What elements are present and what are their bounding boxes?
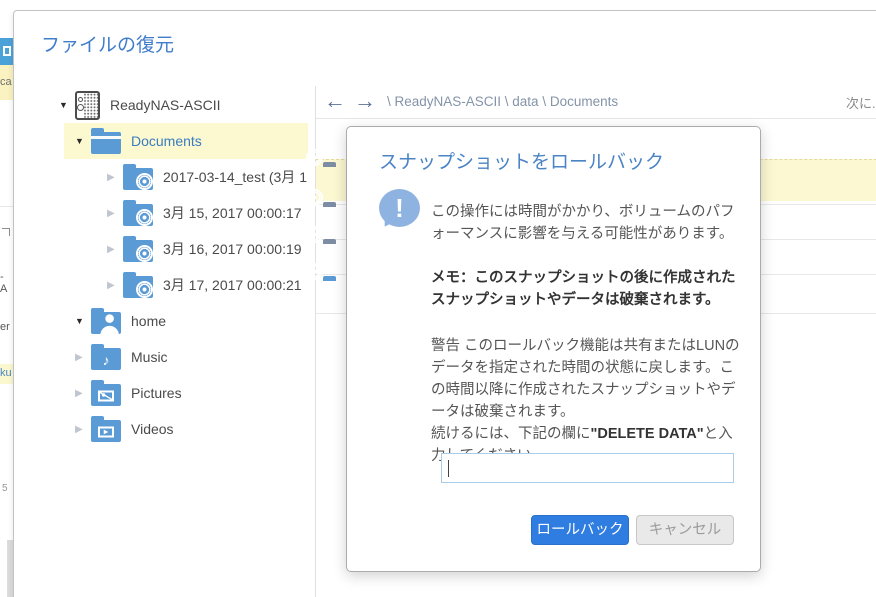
- camera-icon: [306, 263, 323, 280]
- picture-glyph: [98, 390, 114, 402]
- dialog-warning-text: 警告 このロールバック機能は共有またはLUNのデータを指定された時間の状態に戻し…: [431, 338, 740, 420]
- camera-icon: [136, 172, 153, 190]
- delete-data-input[interactable]: [442, 454, 733, 482]
- play-glyph: ▶: [98, 426, 114, 438]
- documents-folder-icon: [91, 127, 121, 154]
- camera-icon: [136, 244, 153, 262]
- forward-arrow-icon[interactable]: →: [354, 86, 376, 116]
- tree-item-music[interactable]: ▶ ♪ Music: [42, 339, 308, 375]
- instruction-prefix: 続けるには、下記の欄に: [431, 426, 591, 442]
- camera-icon: [136, 280, 153, 298]
- exclamation-glyph: !: [395, 192, 404, 223]
- nas-device-icon: [75, 90, 100, 120]
- caret-down-icon[interactable]: ▼: [75, 316, 91, 326]
- snapshot-folder-icon: [123, 163, 153, 190]
- caret-right-icon[interactable]: ▶: [107, 280, 123, 291]
- pictures-folder-icon: [91, 379, 121, 406]
- tree-item-documents[interactable]: ▼ Documents: [64, 123, 308, 159]
- background-fragment-icon: [3, 46, 11, 56]
- home-folder-icon: [91, 307, 121, 334]
- camera-icon: [306, 226, 323, 243]
- background-fragment-text: ca: [0, 76, 12, 88]
- caret-down-icon[interactable]: ▼: [75, 136, 91, 146]
- caret-right-icon[interactable]: ▶: [75, 388, 91, 399]
- snapshot-folder-icon: [123, 199, 153, 226]
- background-fragment-shape: [2, 228, 10, 236]
- background-fragment-highlight: ku: [0, 364, 13, 384]
- instruction-code: "DELETE DATA": [590, 426, 704, 442]
- dialog-note-text: メモ：このスナップショットの後に作成されたスナップショットやデータは破棄されます…: [431, 270, 736, 308]
- tree-item-snapshot-2[interactable]: ▶ 3月 15, 2017 00:00:17: [42, 195, 308, 231]
- caret-right-icon[interactable]: ▶: [107, 172, 123, 183]
- page-title: ファイルの復元: [41, 35, 175, 56]
- dialog-title: スナップショットをロールバック: [379, 152, 665, 173]
- videos-folder-icon: ▶: [91, 415, 121, 442]
- caret-right-icon[interactable]: ▶: [75, 352, 91, 363]
- page: ca - A er ku 5 ファイルの復元 ▼ ReadyNAS-ASCII …: [0, 0, 876, 597]
- dialog-body: この操作には時間がかかり、ボリュームのパフォーマンスに影響を与える可能性がありま…: [431, 189, 743, 467]
- background-fragment-highlight: ca: [0, 65, 13, 100]
- caret-right-icon[interactable]: ▶: [107, 208, 123, 219]
- share-tree: ▼ ReadyNAS-ASCII ▼ Documents ▶ 2017-03-1…: [42, 87, 308, 447]
- back-arrow-icon[interactable]: ←: [324, 86, 346, 116]
- next-button[interactable]: 次に...: [846, 93, 876, 112]
- camera-icon: [136, 208, 153, 226]
- camera-icon: [306, 189, 323, 206]
- play-triangle: ▶: [103, 429, 109, 436]
- background-divider: [0, 206, 13, 207]
- tree-item-readynas[interactable]: ▼ ReadyNAS-ASCII: [42, 87, 308, 123]
- rollback-dialog: スナップショットをロールバック ! この操作には時間がかかり、ボリュームのパフォ…: [346, 126, 761, 572]
- background-fragment-text: ku: [0, 367, 12, 379]
- caret-down-icon[interactable]: ▼: [59, 100, 75, 110]
- music-folder-icon: ♪: [91, 343, 121, 370]
- background-fragment-text: 5: [2, 483, 8, 494]
- tree-item-snapshot-4[interactable]: ▶ 3月 17, 2017 00:00:21: [42, 267, 308, 303]
- tree-item-snapshot-1[interactable]: ▶ 2017-03-14_test (3月 1: [42, 159, 308, 195]
- breadcrumb-bar: ← → \ ReadyNAS-ASCII \ data \ Documents …: [316, 86, 876, 119]
- tree-item-pictures[interactable]: ▶ Pictures: [42, 375, 308, 411]
- warning-bubble-icon: !: [379, 189, 420, 227]
- text-cursor: [448, 460, 449, 477]
- tree-item-home[interactable]: ▼ home: [42, 303, 308, 339]
- person-glyph: [91, 311, 121, 334]
- caret-right-icon[interactable]: ▶: [107, 244, 123, 255]
- background-fragment-text: - A: [0, 271, 8, 295]
- snapshot-folder-icon: [123, 235, 153, 262]
- tree-item-videos[interactable]: ▶ ▶ Videos: [42, 411, 308, 447]
- background-fragment-blue: [0, 38, 13, 65]
- dialog-intro-text: この操作には時間がかかり、ボリュームのパフォーマンスに影響を与える可能性がありま…: [431, 204, 735, 242]
- background-fragment-text: er: [0, 321, 10, 333]
- snapshot-folder-icon: [123, 271, 153, 298]
- breadcrumb: \ ReadyNAS-ASCII \ data \ Documents: [387, 94, 619, 109]
- folder-stripe: [91, 135, 121, 139]
- rollback-button[interactable]: ロールバック: [531, 515, 629, 545]
- camera-icon: [306, 149, 323, 166]
- tree-item-snapshot-3[interactable]: ▶ 3月 16, 2017 00:00:19: [42, 231, 308, 267]
- cancel-button[interactable]: キャンセル: [636, 515, 734, 545]
- caret-right-icon[interactable]: ▶: [75, 424, 91, 435]
- confirm-input-wrap: [441, 453, 734, 483]
- music-note-glyph: ♪: [102, 351, 110, 368]
